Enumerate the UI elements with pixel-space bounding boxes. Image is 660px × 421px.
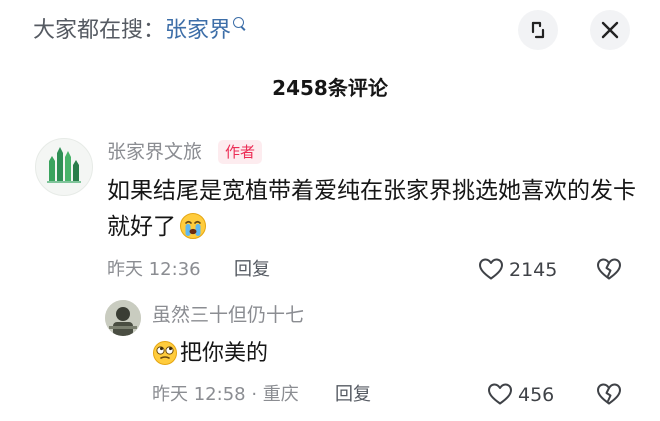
reply-author-name[interactable]: 虽然三十但仍十七: [152, 302, 304, 328]
search-suggestion[interactable]: 大家都在搜：张家界: [33, 16, 246, 46]
comment-text: 如果结尾是宽植带着爱纯在张家界挑选她喜欢的发卡就好了: [107, 173, 637, 251]
reply-text-body: 把你美的: [180, 341, 269, 366]
reply-avatar[interactable]: [105, 300, 141, 336]
search-suggestion-keyword[interactable]: 张家界: [165, 18, 231, 43]
heart-icon[interactable]: [478, 257, 504, 281]
reply-reply-button[interactable]: 回复: [335, 383, 371, 407]
close-button[interactable]: [590, 10, 630, 50]
crying-face-emoji: [179, 212, 207, 251]
close-icon: [601, 21, 619, 39]
expand-button[interactable]: [518, 10, 558, 50]
avatar-image-icon: [105, 300, 141, 336]
reply-like-count: 456: [518, 384, 555, 406]
comment-reply-button[interactable]: 回复: [234, 258, 270, 282]
comment-count-title: 2458条评论: [272, 76, 388, 100]
comment-time: 昨天 12:36: [107, 259, 201, 280]
comment-like-count: 2145: [509, 259, 558, 281]
expand-icon: [531, 21, 545, 39]
broken-heart-icon[interactable]: [596, 382, 622, 406]
bamboo-logo-icon: [47, 147, 81, 183]
search-icon: [233, 17, 246, 30]
broken-heart-icon[interactable]: [596, 257, 622, 281]
author-avatar[interactable]: [35, 138, 93, 196]
rolling-eyes-emoji: [152, 340, 178, 378]
search-suggestion-prefix: 大家都在搜：: [33, 18, 166, 43]
top-bar: 大家都在搜：张家界: [0, 0, 660, 62]
heart-icon[interactable]: [487, 382, 513, 406]
author-badge: 作者: [218, 140, 263, 164]
comment-author-name[interactable]: 张家界文旅: [107, 139, 202, 165]
reply-time-location: 昨天 12:58 · 重庆: [152, 384, 299, 405]
reply-text: 把你美的: [152, 336, 268, 378]
